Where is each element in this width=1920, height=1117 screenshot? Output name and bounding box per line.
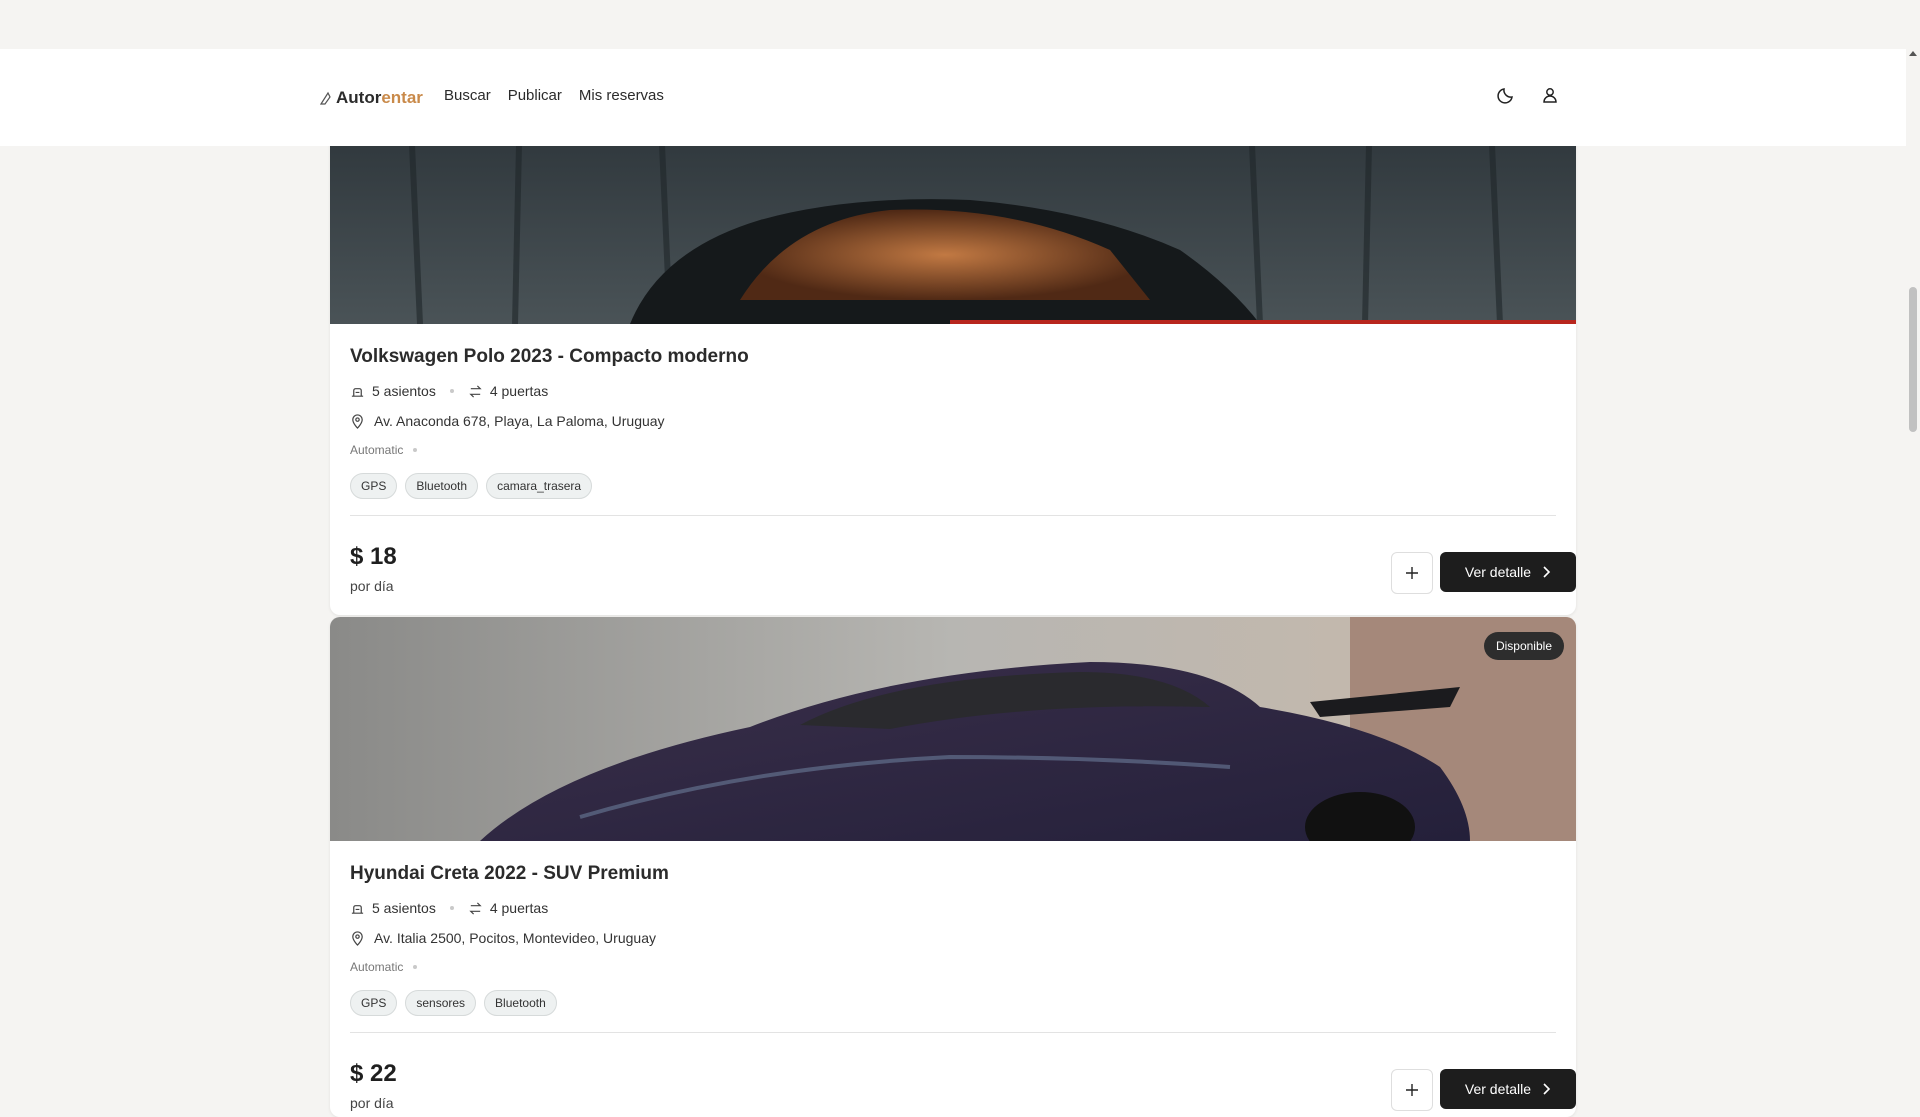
location-label: Av. Italia 2500, Pocitos, Montevideo, Ur… <box>374 930 656 946</box>
view-detail-button[interactable]: Ver detalle <box>1440 552 1576 592</box>
separator-dot <box>449 389 454 393</box>
car-specs: 5 asientos 4 puertas <box>350 383 1556 399</box>
doors-label: 4 puertas <box>489 900 549 916</box>
car-image[interactable]: Disponible <box>330 617 1576 841</box>
car-title[interactable]: Volkswagen Polo 2023 - Compacto moderno <box>350 346 1556 368</box>
brand-logo[interactable]: Autor entar <box>320 88 423 108</box>
transmission-label: Automatic <box>350 443 404 457</box>
seats-label: 5 asientos <box>372 900 436 916</box>
scroll-thumb[interactable] <box>1909 287 1917 432</box>
transmission-row: Automatic <box>350 443 1556 457</box>
plus-icon <box>1406 567 1418 579</box>
car-location: Av. Italia 2500, Pocitos, Montevideo, Ur… <box>350 930 1556 946</box>
seats-label: 5 asientos <box>372 383 436 399</box>
feature-chip: Bluetooth <box>484 990 557 1016</box>
separator-dot <box>449 906 454 910</box>
user-icon <box>1543 88 1557 103</box>
car-title[interactable]: Hyundai Creta 2022 - SUV Premium <box>350 863 1556 885</box>
add-button[interactable] <box>1391 552 1433 594</box>
view-detail-button[interactable]: Ver detalle <box>1440 1069 1576 1109</box>
theme-toggle-button[interactable] <box>1494 83 1518 107</box>
add-button[interactable] <box>1391 1069 1433 1111</box>
view-detail-label: Ver detalle <box>1464 1081 1532 1097</box>
feature-chip: GPS <box>350 990 398 1016</box>
feature-chip: camara_trasera <box>486 473 593 499</box>
chevron-right-icon <box>1543 566 1551 578</box>
seat-icon <box>351 904 364 914</box>
price-unit: por día <box>350 1095 394 1111</box>
car-card[interactable]: Disponible Hyundai Creta 2022 - SUV Prem… <box>330 617 1576 1117</box>
doors-spec: 4 puertas <box>468 900 548 916</box>
separator-dot <box>413 965 418 969</box>
price-unit: por día <box>350 578 394 594</box>
doors-label: 4 puertas <box>489 383 549 399</box>
availability-badge: Disponible <box>1483 632 1564 660</box>
seats-spec: 5 asientos <box>350 383 436 399</box>
car-specs: 5 asientos 4 puertas <box>350 900 1556 916</box>
separator-dot <box>413 448 418 452</box>
transmission-label: Automatic <box>350 960 404 974</box>
feature-chip: Bluetooth <box>405 473 479 499</box>
main-nav: Buscar Publicar Mis reservas <box>444 87 664 104</box>
nav-link-mis-reservas[interactable]: Mis reservas <box>579 87 664 104</box>
vertical-scrollbar[interactable] <box>1906 49 1920 1080</box>
seats-spec: 5 asientos <box>350 900 436 916</box>
nav-link-buscar[interactable]: Buscar <box>444 87 491 104</box>
car-photo <box>330 617 1576 841</box>
map-pin-icon <box>352 413 363 429</box>
price-row: $ 22 por día Ver detalle <box>350 1033 1576 1117</box>
brand-name-part1: Autor <box>336 88 382 107</box>
map-pin-icon <box>352 930 363 946</box>
scroll-up-arrow-icon[interactable] <box>1909 51 1917 56</box>
transmission-row: Automatic <box>350 960 1556 974</box>
nav-actions <box>1494 83 1562 107</box>
chevron-right-icon <box>1543 1083 1551 1095</box>
view-detail-label: Ver detalle <box>1464 564 1532 580</box>
location-label: Av. Anaconda 678, Playa, La Paloma, Urug… <box>374 413 665 429</box>
brand-name-part2: entar <box>381 88 423 107</box>
doors-spec: 4 puertas <box>468 383 548 399</box>
price-value: $ 22 <box>350 1060 397 1087</box>
feature-chip: GPS <box>350 473 398 499</box>
swap-arrows-icon <box>469 901 482 915</box>
car-card[interactable]: Volkswagen Polo 2023 - Compacto moderno … <box>330 100 1576 615</box>
plus-icon <box>1406 1084 1418 1096</box>
seat-icon <box>351 387 364 397</box>
car-location: Av. Anaconda 678, Playa, La Paloma, Urug… <box>350 413 1556 429</box>
swap-arrows-icon <box>469 384 482 398</box>
nav-link-publicar[interactable]: Publicar <box>508 87 562 104</box>
price-row: $ 18 por día Ver detalle <box>350 516 1576 604</box>
logo-mark-icon <box>320 91 331 105</box>
feature-chip: sensores <box>405 990 477 1016</box>
top-strip <box>0 0 1920 49</box>
navbar: Autor entar Buscar Publicar Mis reservas <box>0 49 1906 146</box>
moon-icon <box>1497 88 1513 104</box>
feature-chips: GPS Bluetooth camara_trasera <box>350 473 1556 499</box>
user-menu-button[interactable] <box>1538 83 1562 107</box>
feature-chips: GPS sensores Bluetooth <box>350 990 1556 1016</box>
price-value: $ 18 <box>350 543 397 570</box>
